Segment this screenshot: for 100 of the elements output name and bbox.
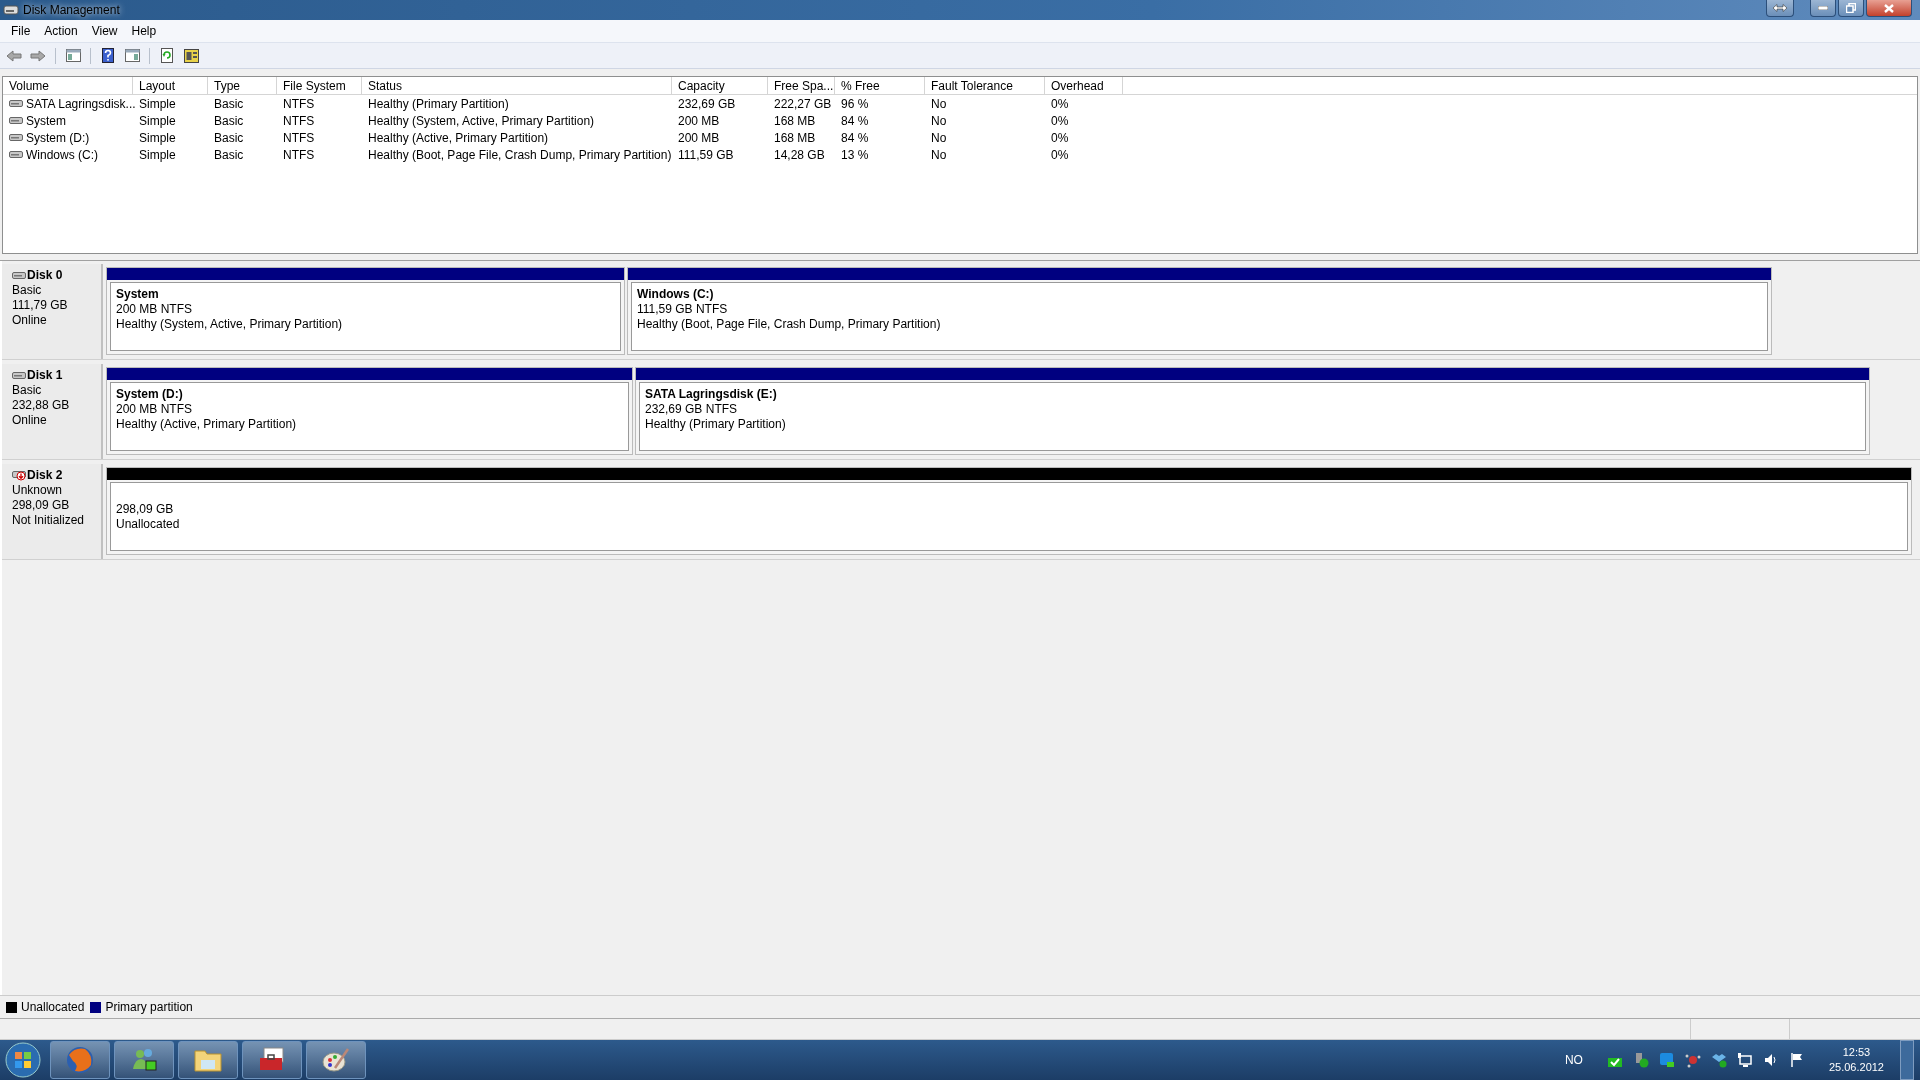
refresh-icon: [161, 48, 173, 63]
partition[interactable]: System (D:) 200 MB NTFS Healthy (Active, Primary Partition): [106, 367, 633, 455]
partition-name: System: [116, 287, 160, 302]
disk-name: Disk 2: [27, 468, 63, 483]
disk-label-panel[interactable]: Disk 1 Basic 232,88 GB Online: [2, 364, 103, 459]
close-button[interactable]: [1866, 0, 1912, 17]
table-cell-text: 232,69 GB: [677, 96, 737, 111]
legend-label: Primary partition: [105, 1000, 193, 1014]
table-cell-text: 84 %: [840, 130, 870, 145]
right-arrow-icon: [30, 49, 46, 62]
restore-button[interactable]: [1838, 0, 1864, 17]
drive-icon: [9, 150, 23, 159]
disk-status: Online: [12, 313, 48, 328]
table-cell-text: NTFS: [282, 113, 316, 128]
menu-item[interactable]: File: [4, 22, 38, 40]
taskbar-button[interactable]: [178, 1041, 238, 1079]
table-cell-text: No: [930, 147, 948, 162]
table-cell-text: 168 MB: [773, 130, 817, 145]
menu-item[interactable]: Help: [124, 22, 164, 40]
table-cell-text: 168 MB: [773, 113, 817, 128]
table-cell-text: Basic: [213, 147, 245, 162]
language-indicator[interactable]: NO: [1564, 1053, 1583, 1067]
disk-size: 298,09 GB: [12, 498, 71, 513]
table-cell-text: Healthy (Primary Partition): [367, 96, 510, 111]
table-cell-text: Basic: [213, 113, 245, 128]
drive-icon: [9, 133, 23, 142]
table-cell-text: 200 MB: [677, 113, 721, 128]
tray-icon[interactable]: [1658, 1052, 1675, 1068]
partition-status: Healthy (Boot, Page File, Crash Dump, Primary Partition): [637, 317, 942, 332]
restore-icon: [1846, 3, 1856, 13]
box-icon[interactable]: [1710, 1052, 1727, 1068]
double-arrow-icon: [1772, 4, 1788, 12]
table-cell-text: No: [930, 96, 948, 111]
partition-name: Windows (C:): [637, 287, 715, 302]
table-cell-text: NTFS: [282, 147, 316, 162]
partition-status: Unallocated: [116, 516, 181, 532]
speaker-icon[interactable]: [1762, 1052, 1779, 1068]
disk-size: 232,88 GB: [12, 398, 71, 413]
taskbar-button[interactable]: [306, 1041, 366, 1079]
volume-cell: SATA Lagringsdisk...: [3, 96, 133, 111]
clock[interactable]: 12:53 25.06.2012: [1828, 1045, 1884, 1075]
disk-status: Not Initialized: [12, 513, 86, 528]
table-cell-text: Healthy (System, Active, Primary Partition): [367, 113, 596, 128]
volume-cell: System (D:): [3, 130, 133, 145]
partition-size: 200 MB NTFS: [116, 402, 194, 417]
table-cell-text: Simple: [138, 113, 177, 128]
column-header[interactable]: Status: [362, 77, 672, 94]
resize-button[interactable]: [1766, 0, 1794, 17]
column-header[interactable]: Volume: [3, 77, 133, 94]
partition[interactable]: SATA Lagringsdisk (E:) 232,69 GB NTFS Healthy (Primary Partition): [635, 367, 1870, 455]
table-cell-text: NTFS: [282, 130, 316, 145]
disk-type: Basic: [12, 283, 43, 298]
partition-name: SATA Lagringsdisk (E:): [645, 387, 778, 402]
disk-size: 111,79 GB: [12, 298, 69, 313]
tray-icon[interactable]: [1684, 1052, 1701, 1068]
partition[interactable]: System 200 MB NTFS Healthy (System, Active, Primary Partition): [106, 267, 625, 355]
partition-size: 111,59 GB NTFS: [637, 302, 729, 317]
table-cell-text: Simple: [138, 147, 177, 162]
table-cell-text: NTFS: [282, 96, 316, 111]
partition-status: Healthy (Primary Partition): [645, 417, 787, 432]
column-header[interactable]: Free Spa...: [768, 77, 835, 94]
network-icon[interactable]: [1736, 1052, 1753, 1068]
menu-item[interactable]: Action: [37, 22, 85, 40]
column-header[interactable]: Fault Tolerance: [925, 77, 1045, 94]
partition[interactable]: 298,09 GB Unallocated: [106, 467, 1912, 555]
table-cell-text: 0%: [1050, 130, 1070, 145]
column-header[interactable]: Layout: [133, 77, 208, 94]
column-header[interactable]: % Free: [835, 77, 925, 94]
table-cell-text: 200 MB: [677, 130, 721, 145]
partition-status: Healthy (Active, Primary Partition): [116, 417, 298, 432]
column-header[interactable]: Overhead: [1045, 77, 1123, 94]
folder-icon: [193, 1047, 223, 1073]
disk-label-panel[interactable]: Disk 2 Unknown 298,09 GB Not Initialized: [2, 464, 103, 559]
partition[interactable]: Windows (C:) 111,59 GB NTFS Healthy (Boot, Page File, Crash Dump, Primary Partition): [627, 267, 1772, 355]
column-header[interactable]: Capacity: [672, 77, 768, 94]
table-cell-text: Healthy (Boot, Page File, Crash Dump, Primary Partition): [367, 147, 672, 162]
taskbar-button[interactable]: [114, 1041, 174, 1079]
disk-name: Disk 1: [27, 368, 63, 383]
panel-icon: [65, 49, 81, 62]
disk-status: Online: [12, 413, 48, 428]
window-title: Disk Management: [23, 3, 120, 17]
table-cell-text: Basic: [213, 130, 245, 145]
table-cell-text: 13 %: [840, 147, 870, 162]
partition-size: 200 MB NTFS: [116, 302, 194, 317]
partition-status: Healthy (System, Active, Primary Partition): [116, 317, 344, 332]
minimize-icon: [1818, 6, 1828, 10]
volume-cell: Windows (C:): [3, 147, 133, 162]
menu-item[interactable]: View: [84, 22, 125, 40]
taskbar-button[interactable]: [242, 1041, 302, 1079]
partition-size: 298,09 GB: [116, 501, 175, 517]
column-header[interactable]: File System: [277, 77, 362, 94]
properties-icon: [183, 48, 199, 63]
globe-icon: [65, 1045, 95, 1075]
disk-management-icon: [3, 3, 19, 17]
disk-label-panel[interactable]: Disk 0 Basic 111,79 GB Online: [2, 264, 103, 359]
flag-icon[interactable]: [1788, 1052, 1805, 1068]
column-header[interactable]: Type: [208, 77, 277, 94]
minimize-button[interactable]: [1810, 0, 1836, 17]
table-cell-text: Simple: [138, 96, 177, 111]
table-cell-text: No: [930, 130, 948, 145]
